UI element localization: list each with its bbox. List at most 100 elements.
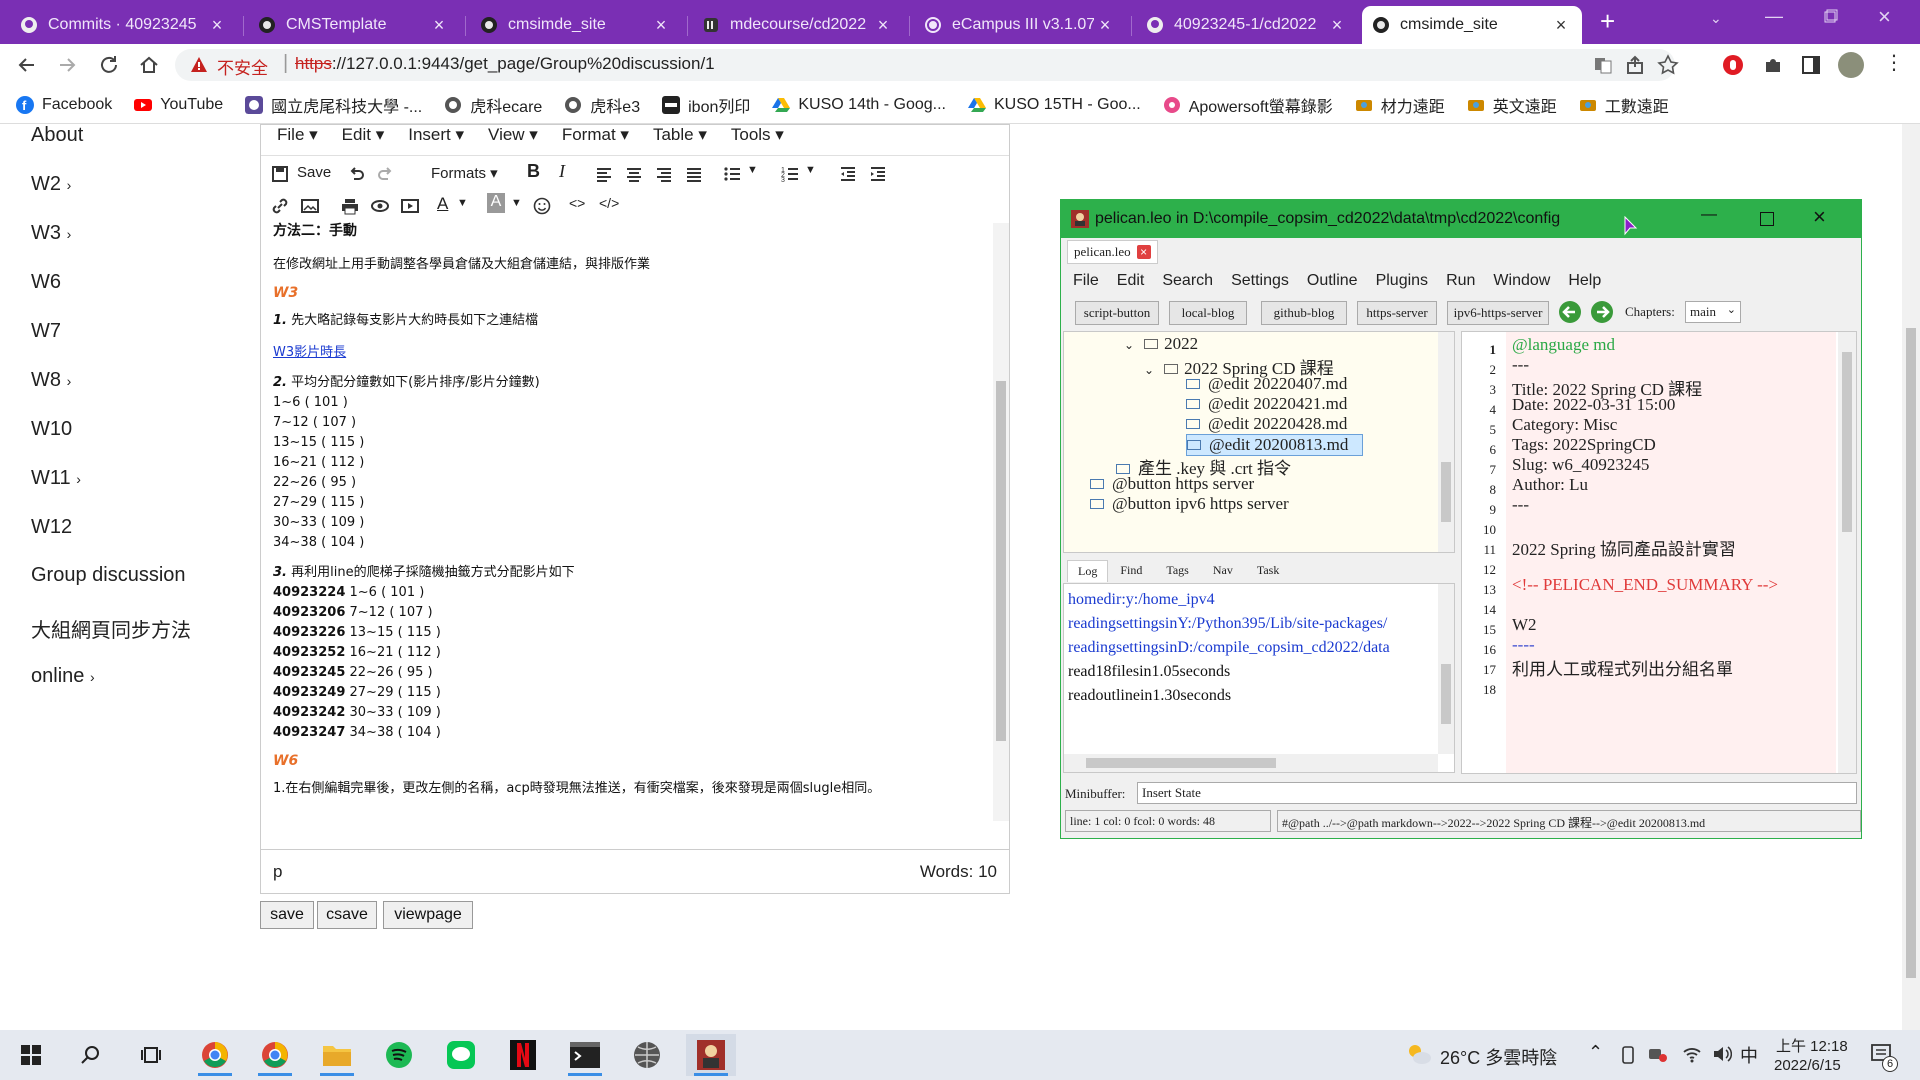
back-icon[interactable] — [14, 52, 40, 78]
search-icon[interactable] — [66, 1034, 116, 1076]
close-window-icon[interactable]: × — [1878, 4, 1898, 30]
italic-icon[interactable]: I — [559, 161, 565, 182]
tree-node-ipv6-https-server[interactable]: @button ipv6 https server — [1090, 494, 1289, 514]
bookmark-ibon[interactable]: ibon列印 — [662, 93, 750, 117]
page-scrollbar-thumb[interactable] — [1906, 328, 1916, 978]
body-scrollbar-thumb[interactable] — [1842, 352, 1852, 532]
extension-red-icon[interactable] — [1722, 54, 1744, 76]
undo-icon[interactable] — [347, 165, 365, 183]
nav-tab[interactable]: Nav — [1201, 560, 1245, 582]
close-icon[interactable]: × — [428, 15, 450, 36]
tab-cmstemplate[interactable]: CMSTemplate × — [248, 6, 460, 44]
align-left-icon[interactable] — [595, 165, 613, 183]
log-vscrollbar[interactable] — [1438, 584, 1454, 754]
bullet-list-icon[interactable] — [723, 165, 741, 183]
nav-w6[interactable]: W6 — [31, 271, 61, 294]
device-icon[interactable] — [1620, 1046, 1636, 1064]
background-color-icon[interactable]: A — [487, 193, 505, 213]
scrollbar-thumb[interactable] — [996, 381, 1006, 741]
taskbar-chrome-1[interactable] — [190, 1034, 240, 1076]
tags-tab[interactable]: Tags — [1154, 560, 1201, 582]
globe-app-icon[interactable] — [622, 1034, 672, 1076]
task-view-icon[interactable] — [126, 1034, 176, 1076]
nav-w3[interactable]: W3 › — [31, 222, 71, 245]
emoticon-icon[interactable] — [533, 197, 551, 215]
tab-ecampus[interactable]: eCampus III v3.1.079 × — [914, 6, 1126, 44]
minimize-icon[interactable]: — — [1765, 6, 1785, 27]
leo-maximize-icon[interactable] — [1760, 212, 1774, 226]
source-code-icon[interactable]: </> — [599, 195, 619, 211]
redo-icon[interactable] — [377, 165, 395, 183]
volume-icon[interactable] — [1712, 1044, 1732, 1064]
terminal-icon[interactable] — [560, 1034, 610, 1076]
w3-video-length-link[interactable]: W3影片時長 — [273, 343, 993, 363]
chevron-down-icon[interactable]: ▼ — [805, 164, 816, 176]
reload-icon[interactable] — [96, 52, 122, 78]
address-bar[interactable]: 不安全 | https://127.0.0.1:9443/get_page/Gr… — [175, 49, 1679, 81]
bookmark-e3[interactable]: 虎科e3 — [564, 93, 640, 117]
leo-menu-file[interactable]: File — [1073, 272, 1099, 290]
align-right-icon[interactable] — [655, 165, 673, 183]
outline-scrollbar[interactable] — [1438, 332, 1454, 552]
close-icon[interactable]: × — [1326, 15, 1348, 36]
file-explorer-icon[interactable] — [312, 1034, 362, 1076]
nav-w7[interactable]: W7 — [31, 320, 61, 343]
formats-dropdown[interactable]: Formats ▾ — [431, 164, 498, 182]
github-blog-button[interactable]: github-blog — [1261, 301, 1347, 325]
leo-titlebar[interactable]: pelican.leo in D:\compile_copsim_cd2022\… — [1061, 200, 1861, 238]
chevron-down-icon[interactable]: ▼ — [511, 197, 522, 209]
side-panel-icon[interactable] — [1800, 54, 1822, 76]
link-icon[interactable] — [271, 197, 289, 215]
nav-about[interactable]: About — [31, 124, 83, 147]
home-icon[interactable] — [136, 52, 162, 78]
bookmark-apowersoft[interactable]: Apowersoft螢幕錄影 — [1163, 93, 1333, 117]
nav-w8[interactable]: W8 › — [31, 369, 71, 392]
nav-w12[interactable]: W12 — [31, 516, 72, 539]
log-hscrollbar[interactable] — [1064, 754, 1438, 772]
nav-group-discussion[interactable]: Group discussion — [31, 564, 186, 587]
menu-tools[interactable]: Tools ▾ — [731, 125, 784, 144]
chevron-down-icon[interactable]: ▼ — [747, 164, 758, 176]
bookmark-math[interactable]: 工數遠距 — [1579, 93, 1669, 117]
tab-commits[interactable]: Commits · 40923245 × — [10, 6, 238, 44]
log-hscrollbar-thumb[interactable] — [1086, 758, 1276, 768]
tab-40923245[interactable]: 40923245-1/cd2022 × — [1136, 6, 1358, 44]
bookmark-star-icon[interactable] — [1657, 54, 1679, 76]
ime-indicator[interactable]: 中 — [1740, 1042, 1758, 1068]
align-center-icon[interactable] — [625, 165, 643, 183]
bookmark-mechanics[interactable]: 材力遠距 — [1355, 93, 1445, 117]
chevron-down-icon[interactable]: ▼ — [457, 197, 468, 209]
leo-menu-outline[interactable]: Outline — [1307, 272, 1358, 290]
save-button-page[interactable]: save — [260, 901, 314, 929]
chapters-select[interactable]: main ⌄ — [1685, 301, 1741, 323]
nav-w10[interactable]: W10 — [31, 418, 72, 441]
print-icon[interactable] — [341, 197, 359, 215]
leo-menu-help[interactable]: Help — [1568, 272, 1601, 290]
bookmark-english[interactable]: 英文遠距 — [1467, 93, 1557, 117]
clock-time[interactable]: 上午 12:18 — [1776, 1035, 1848, 1056]
editor-scrollbar[interactable] — [993, 223, 1009, 821]
preview-eye-icon[interactable] — [371, 197, 389, 215]
leo-menu-plugins[interactable]: Plugins — [1376, 272, 1428, 290]
extensions-puzzle-icon[interactable] — [1762, 54, 1784, 76]
weather-icon[interactable] — [1406, 1042, 1432, 1066]
tree-node-2022[interactable]: ⌄ 2022 — [1124, 334, 1198, 354]
outline-pane[interactable]: ⌄ 2022 ⌄ 2022 Spring CD 課程 @edit 20220407.… — [1063, 331, 1455, 553]
tab-search-icon[interactable]: ⌄ — [1710, 10, 1730, 27]
viewpage-button[interactable]: viewpage — [383, 901, 473, 929]
close-icon[interactable]: × — [1136, 245, 1151, 259]
log-vscrollbar-thumb[interactable] — [1441, 664, 1451, 724]
minibuffer-input[interactable]: Insert State — [1137, 782, 1857, 804]
body-text[interactable]: @language md --- Title: 2022 Spring CD 課… — [1506, 332, 1836, 773]
restore-icon[interactable] — [1823, 8, 1843, 28]
wifi-icon[interactable] — [1682, 1044, 1702, 1064]
tree-node-edit-0428[interactable]: @edit 20220428.md — [1186, 414, 1347, 434]
tree-node-edit-0421[interactable]: @edit 20220421.md — [1186, 394, 1347, 414]
menu-file[interactable]: File ▾ — [277, 125, 318, 144]
netflix-icon[interactable] — [498, 1034, 548, 1076]
outdent-icon[interactable] — [839, 165, 857, 183]
leo-menu-window[interactable]: Window — [1493, 272, 1550, 290]
code-sample-icon[interactable]: <> — [569, 195, 585, 211]
leo-close-icon[interactable]: × — [1813, 204, 1826, 230]
nav-w2[interactable]: W2 › — [31, 173, 71, 196]
